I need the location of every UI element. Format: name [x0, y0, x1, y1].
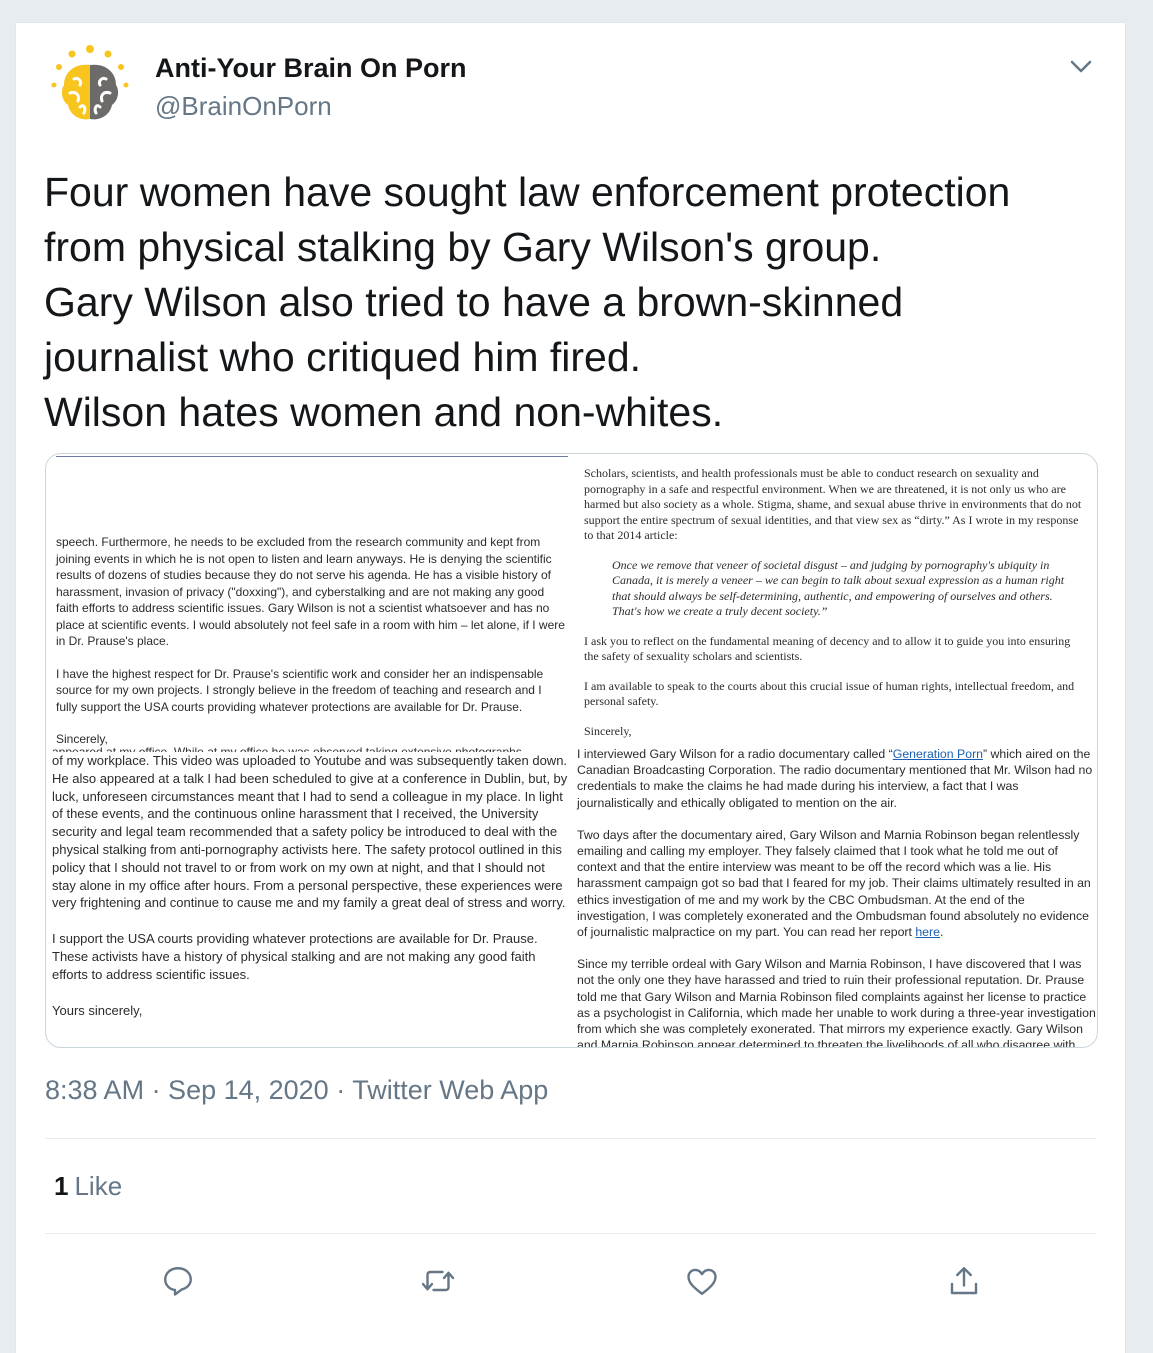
- letter-paragraph: I ask you to reflect on the fundamental …: [584, 633, 1071, 664]
- letter-text: .: [939, 925, 944, 940]
- retweet-icon: [421, 1270, 455, 1292]
- tweet-card: Anti-Your Brain On Porn @BrainOnPorn Fou…: [15, 22, 1126, 1353]
- letter-paragraph: I interviewed Gary Wilson for a radio do…: [577, 746, 1097, 811]
- letter-paragraph: I have the highest respect for Dr. Praus…: [56, 666, 544, 714]
- tweet-text: Four women have sought law enforcement p…: [44, 165, 1104, 440]
- reply-icon: [164, 1267, 192, 1296]
- like-button[interactable]: [680, 1259, 724, 1303]
- likes-count[interactable]: 1 Like: [54, 1171, 122, 1202]
- letter-paragraph: I support the USA courts providing whate…: [52, 931, 538, 982]
- generation-porn-link[interactable]: Generation Porn: [893, 747, 983, 761]
- share-button[interactable]: [942, 1259, 986, 1303]
- letter-text: I interviewed Gary Wilson for a radio do…: [577, 747, 893, 761]
- tweet-text-line: Gary Wilson also tried to have a brown-s…: [44, 279, 904, 325]
- brain-avatar-icon: [51, 45, 129, 120]
- letter-cut-line: appeared at my office. While at my offic…: [52, 745, 522, 752]
- tweet-actions: [16, 1259, 1125, 1309]
- divider: [45, 1233, 1096, 1234]
- letter-excerpt-top-left: speech. Furthermore, he needs to be excl…: [56, 534, 566, 764]
- tweet-text-line: journalist who critiqued him fired.: [44, 334, 642, 380]
- tweet-text-line: Four women have sought law enforcement p…: [44, 169, 1011, 215]
- more-options-button[interactable]: [1066, 51, 1096, 81]
- letter-paragraph: Scholars, scientists, and health profess…: [584, 466, 1082, 542]
- tweet-text-line: from physical stalking by Gary Wilson's …: [44, 224, 882, 270]
- report-link[interactable]: here: [915, 925, 940, 939]
- heart-icon: [687, 1268, 717, 1295]
- letter-quote: Once we remove that veneer of societal d…: [612, 557, 1065, 619]
- letter-text: Two days after the documentary aired, Ga…: [577, 827, 1091, 940]
- letter-paragraph: I am available to speak to the courts ab…: [584, 678, 1075, 709]
- letter-excerpt-top-right: Scholars, scientists, and health profess…: [584, 466, 1084, 753]
- letter-paragraph: speech. Furthermore, he needs to be excl…: [56, 535, 565, 648]
- letter-paragraph: Two days after the documentary aired, Ga…: [577, 827, 1097, 940]
- avatar[interactable]: [46, 43, 134, 131]
- share-icon: [950, 1267, 978, 1295]
- retweet-button[interactable]: [416, 1259, 460, 1303]
- likes-label: Like: [74, 1171, 123, 1201]
- letter-excerpt-bottom-left: of my workplace. This video was uploaded…: [52, 752, 572, 1037]
- letter-signoff: Yours sincerely,: [52, 1002, 143, 1018]
- tweet-text-line: Wilson hates women and non-whites.: [44, 389, 724, 435]
- tweet-image[interactable]: speech. Furthermore, he needs to be excl…: [45, 453, 1098, 1048]
- divider: [45, 1138, 1096, 1139]
- letter-paragraph: of my workplace. This video was uploaded…: [52, 753, 568, 911]
- letter-paragraph: Since my terrible ordeal with Gary Wilso…: [577, 957, 1096, 1048]
- divider: [56, 456, 568, 457]
- letter-excerpt-bottom-right: I interviewed Gary Wilson for a radio do…: [577, 746, 1097, 1048]
- reply-button[interactable]: [156, 1259, 200, 1303]
- chevron-down-icon: [1070, 60, 1092, 73]
- letter-signoff: Sincerely,: [584, 723, 632, 738]
- tweet-timestamp[interactable]: 8:38 AM · Sep 14, 2020 · Twitter Web App: [45, 1075, 548, 1106]
- author-name[interactable]: Anti-Your Brain On Porn: [155, 53, 467, 84]
- author-handle[interactable]: @BrainOnPorn: [155, 91, 332, 122]
- likes-number: 1: [54, 1171, 69, 1201]
